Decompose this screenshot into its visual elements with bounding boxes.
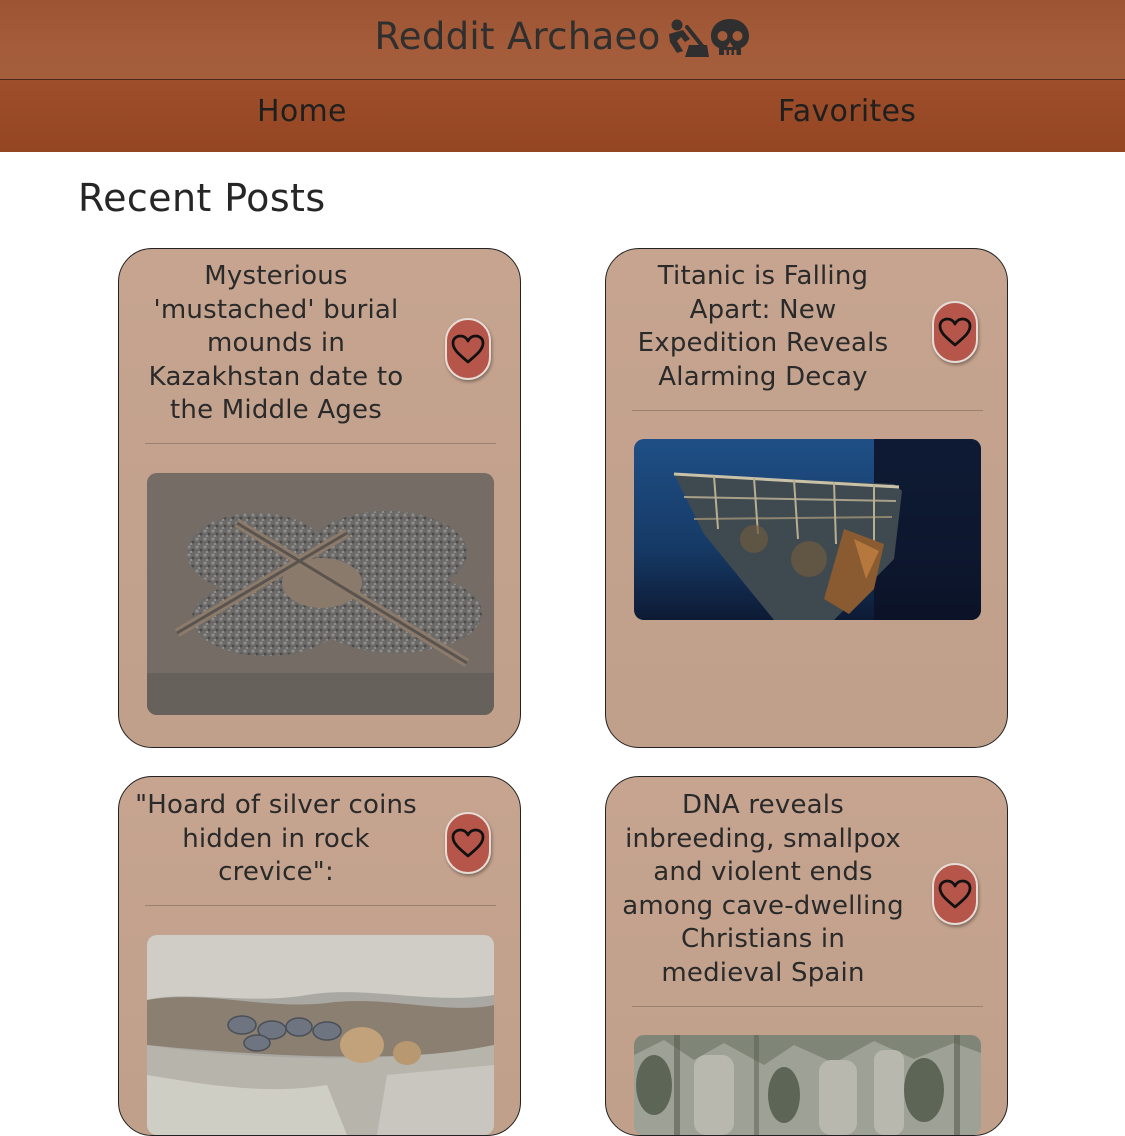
cave-dwellings-cliff-photo	[634, 1035, 981, 1135]
skull-icon	[710, 18, 749, 55]
favorite-button[interactable]	[932, 301, 978, 363]
card-divider	[145, 443, 496, 444]
site-title-text: Reddit Archaeo	[374, 15, 661, 58]
card-divider	[632, 410, 983, 411]
heart-outline-icon	[451, 334, 485, 364]
nav-favorites-link[interactable]: Favorites	[778, 94, 916, 129]
aerial-burial-mounds-photo	[147, 473, 494, 715]
heart-outline-icon	[451, 828, 485, 858]
favorite-button[interactable]	[445, 318, 491, 380]
titanic-bow-wreck-photo	[634, 439, 981, 620]
post-title: Mysterious 'mustached' burial mounds in …	[148, 261, 404, 426]
section-title: Recent Posts	[78, 176, 326, 220]
digging-person-icon	[668, 19, 709, 57]
favorite-button[interactable]	[932, 863, 978, 925]
heart-outline-icon	[938, 317, 972, 347]
post-card: Mysterious 'mustached' burial mounds in …	[118, 248, 521, 748]
post-image[interactable]	[147, 473, 494, 715]
post-card: "Hoard of silver coins hidden in rock cr…	[118, 776, 521, 1136]
post-card: Titanic is Falling Apart: New Expedition…	[605, 248, 1008, 748]
card-divider	[145, 905, 496, 906]
favorite-button[interactable]	[445, 812, 491, 874]
title-icons	[663, 17, 751, 57]
post-title: "Hoard of silver coins hidden in rock cr…	[135, 790, 417, 888]
post-title: Titanic is Falling Apart: New Expedition…	[637, 261, 889, 392]
silver-coins-in-rock-photo	[147, 935, 494, 1135]
main-nav: Home Favorites	[0, 80, 1125, 152]
site-header: Reddit Archaeo	[0, 0, 1125, 80]
site-title: Reddit Archaeo	[374, 15, 750, 58]
card-divider	[632, 1006, 983, 1007]
post-image[interactable]	[634, 1035, 981, 1135]
post-title: DNA reveals inbreeding, smallpox and vio…	[622, 790, 904, 988]
post-card: DNA reveals inbreeding, smallpox and vio…	[605, 776, 1008, 1136]
heart-outline-icon	[938, 879, 972, 909]
post-image[interactable]	[147, 935, 494, 1135]
post-image[interactable]	[634, 439, 981, 620]
nav-home-link[interactable]: Home	[257, 94, 347, 129]
